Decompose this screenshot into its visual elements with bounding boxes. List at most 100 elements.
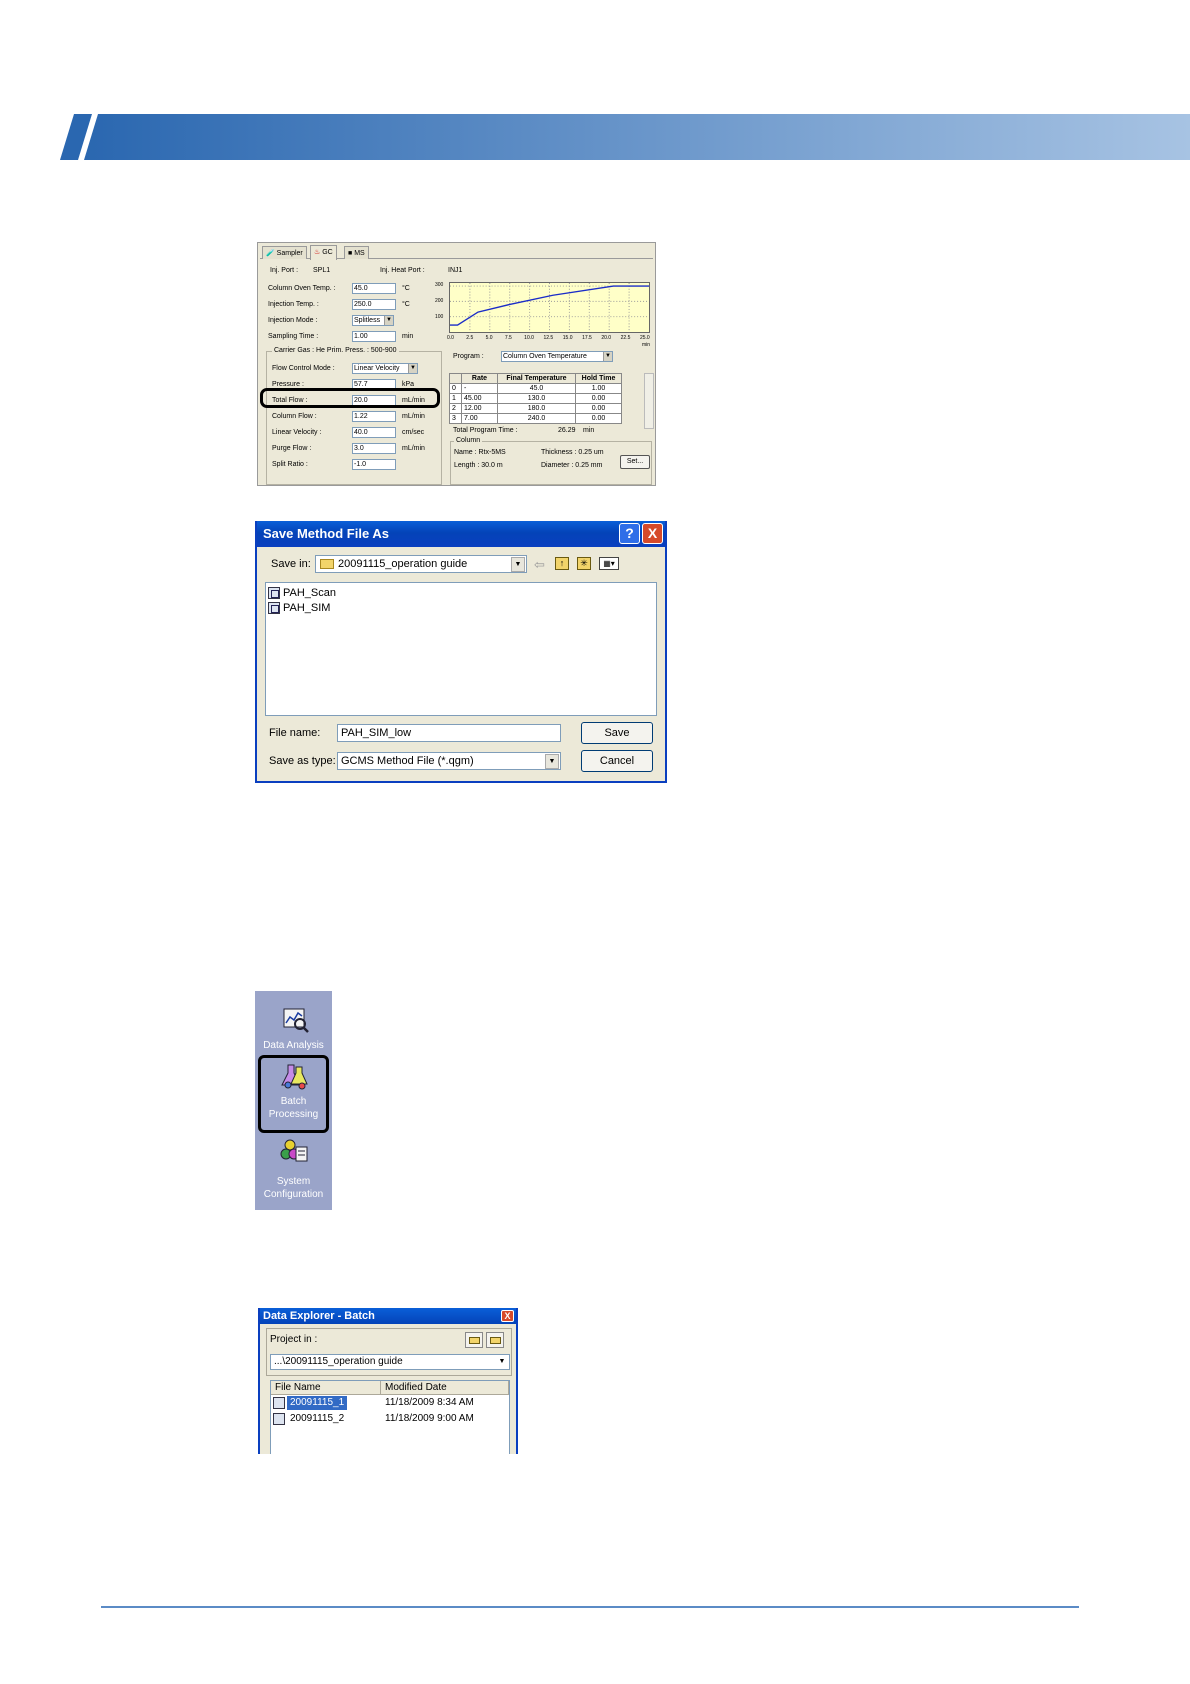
file-name-input[interactable]: PAH_SIM_low	[337, 724, 561, 742]
pressure-unit: kPa	[402, 381, 415, 388]
tab-gc[interactable]: ♨ GC	[310, 245, 337, 260]
batch-file-icon	[273, 1397, 285, 1409]
table-header	[449, 373, 462, 384]
sidebar-item-label: System	[276, 1176, 311, 1187]
table-row[interactable]: 20091115_1 11/18/2009 8:34 AM	[271, 1396, 509, 1411]
cancel-button[interactable]: Cancel	[581, 750, 653, 772]
folder-icon	[320, 559, 334, 569]
project-path-select[interactable]: ...\20091115_operation guide ▼	[270, 1354, 510, 1370]
table-cell[interactable]: 1.00	[575, 383, 622, 394]
table-row[interactable]: 2 12.00 180.0 0.00	[449, 403, 622, 414]
column-header-modified-date[interactable]: Modified Date	[381, 1381, 509, 1395]
tab-strip: 🧪 Sampler ♨ GC ■ MS	[260, 245, 653, 260]
column-flow-label: Column Flow :	[272, 413, 317, 420]
chevron-down-icon: ▼	[408, 364, 417, 373]
table-cell[interactable]: 45.00	[461, 393, 498, 404]
file-list[interactable]: PAH_Scan PAH_SIM	[265, 582, 657, 716]
total-program-time-unit: min	[583, 427, 595, 434]
sampling-time-input[interactable]: 1.00	[352, 331, 396, 342]
table-header: Final Temperature	[497, 373, 576, 384]
help-button[interactable]: ?	[619, 523, 640, 544]
carrier-gas-label: Carrier Gas : He Prim. Press. : 500-900	[272, 347, 399, 354]
table-row[interactable]: 3 7.00 240.0 0.00	[449, 413, 622, 424]
save-type-label: Save as type:	[269, 755, 336, 767]
open-folder-icon[interactable]	[465, 1332, 483, 1348]
column-header-file-name[interactable]: File Name	[271, 1381, 381, 1395]
table-cell[interactable]: 0.00	[575, 403, 622, 414]
program-select[interactable]: Column Oven Temperature ▼	[501, 351, 613, 362]
inj-heat-port-value: INJ1	[448, 267, 463, 274]
table-cell[interactable]: 0.00	[575, 393, 622, 404]
folder-icon[interactable]	[486, 1332, 504, 1348]
column-flow-input[interactable]: 1.22	[352, 411, 396, 422]
table-row[interactable]: 20091115_2 11/18/2009 9:00 AM	[271, 1412, 509, 1427]
column-diameter: Diameter : 0.25 mm	[541, 462, 603, 469]
table-cell[interactable]: 3	[449, 413, 462, 424]
split-ratio-label: Split Ratio :	[272, 461, 308, 468]
injection-mode-select[interactable]: Splitless ▼	[352, 315, 394, 326]
column-oven-temp-label: Column Oven Temp. :	[268, 285, 336, 292]
flow-control-mode-select[interactable]: Linear Velocity ▼	[352, 363, 418, 374]
method-file-icon	[268, 602, 280, 614]
sidebar-item-label: Data Analysis	[263, 1040, 324, 1051]
table-cell[interactable]: 0	[449, 383, 462, 394]
view-menu-icon[interactable]: ▦▾	[599, 557, 619, 570]
list-item[interactable]: PAH_SIM	[267, 601, 330, 615]
save-button[interactable]: Save	[581, 722, 653, 744]
sidebar-item-system-configuration[interactable]: System Configuration	[255, 1135, 332, 1210]
sampling-time-unit: min	[402, 333, 414, 340]
purge-flow-input[interactable]: 3.0	[352, 443, 396, 454]
y-tick-label: 200	[435, 298, 444, 305]
x-tick-label: 12.5	[543, 335, 554, 341]
table-cell[interactable]: 1	[449, 393, 462, 404]
sidebar-item-label: Configuration	[263, 1189, 324, 1200]
save-type-select[interactable]: GCMS Method File (*.qgm) ▼	[337, 752, 561, 770]
batch-file-list[interactable]: File Name Modified Date 20091115_1 11/18…	[270, 1380, 510, 1454]
table-cell[interactable]: 130.0	[497, 393, 576, 404]
table-cell[interactable]: 45.0	[497, 383, 576, 394]
chevron-down-icon: ▼	[545, 754, 559, 769]
table-cell[interactable]: 180.0	[497, 403, 576, 414]
table-cell[interactable]: 240.0	[497, 413, 576, 424]
table-cell[interactable]: 7.00	[461, 413, 498, 424]
linear-velocity-input[interactable]: 40.0	[352, 427, 396, 438]
save-in-select[interactable]: 20091115_operation guide ▼	[315, 555, 527, 573]
table-scrollbar[interactable]	[644, 373, 654, 429]
close-button[interactable]: X	[642, 523, 663, 544]
column-flow-unit: mL/min	[402, 413, 425, 420]
up-folder-icon[interactable]: ↑	[555, 557, 569, 570]
table-cell[interactable]: -	[461, 383, 498, 394]
chart-x-unit: min	[642, 342, 651, 348]
list-item[interactable]: PAH_Scan	[267, 586, 336, 600]
purge-flow-label: Purge Flow :	[272, 445, 312, 452]
linear-velocity-unit: cm/sec	[402, 429, 425, 436]
table-row[interactable]: 0-45.0 1.00	[449, 383, 622, 394]
table-cell[interactable]: 12.00	[461, 403, 498, 414]
close-button[interactable]: X	[501, 1310, 514, 1322]
section-header-banner	[60, 114, 1190, 160]
column-set-button[interactable]: Set...	[620, 455, 650, 469]
x-tick-label: 2.5	[466, 335, 474, 341]
footer-rule	[101, 1606, 1079, 1608]
split-ratio-input[interactable]: -1.0	[352, 459, 396, 470]
x-tick-label: 17.5	[582, 335, 592, 341]
column-group-label: Column	[454, 437, 483, 444]
new-folder-icon[interactable]: ✳	[577, 557, 591, 570]
dialog-title: Save Method File As	[257, 521, 665, 547]
table-cell[interactable]: 0.00	[575, 413, 622, 424]
injection-temp-input[interactable]: 250.0	[352, 299, 396, 310]
back-icon[interactable]: ⇦	[534, 557, 545, 573]
system-configuration-icon	[280, 1139, 308, 1162]
tab-sampler[interactable]: 🧪 Sampler	[262, 246, 307, 259]
table-cell[interactable]: 2	[449, 403, 462, 414]
column-oven-temp-input[interactable]: 45.0	[352, 283, 396, 294]
table-row[interactable]: 1 45.00 130.0 0.00	[449, 393, 622, 404]
sidebar-item-data-analysis[interactable]: Data Analysis	[255, 991, 332, 1055]
x-tick-label: 15.0	[562, 335, 573, 341]
column-name: Name : Rtx-5MS	[454, 449, 506, 456]
x-tick-label: 7.5	[504, 335, 512, 341]
batch-file-icon	[273, 1413, 285, 1425]
gc-parameters-panel: 🧪 Sampler ♨ GC ■ MS Inj. Port : SPL1 Inj…	[257, 242, 656, 486]
tab-ms[interactable]: ■ MS	[344, 246, 369, 259]
table-header: Rate	[461, 373, 498, 384]
